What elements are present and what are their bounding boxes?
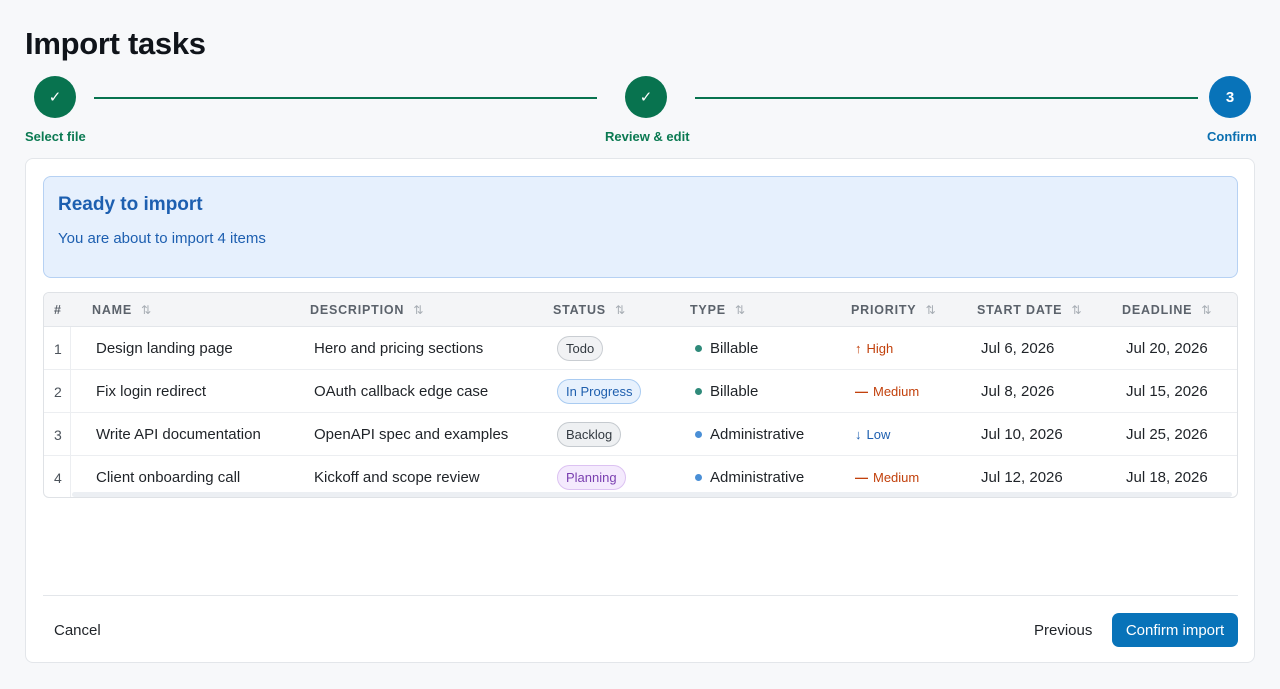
previous-button[interactable]: Previous: [1022, 613, 1104, 647]
alert-message: You are about to import 4 items: [58, 230, 266, 247]
column-header-deadline[interactable]: DEADLINE ⇅: [1122, 293, 1211, 327]
type-dot-icon: [695, 474, 702, 481]
status-cell: Todo: [557, 327, 604, 370]
row-index: 1: [54, 340, 62, 357]
sort-icon[interactable]: ⇅: [925, 303, 935, 317]
confirm-import-button[interactable]: Confirm import: [1112, 613, 1238, 647]
type-cell: Administrative: [695, 413, 804, 456]
column-header-name[interactable]: NAME ⇅: [92, 293, 151, 327]
row-index: 4: [54, 469, 62, 486]
start-date: Jul 8, 2026: [981, 383, 1055, 400]
step-1-complete-icon: ✓: [34, 76, 76, 118]
status-badge: In Progress: [557, 379, 642, 404]
table-row[interactable]: 3 Write API documentation OpenAPI spec a…: [44, 413, 1237, 456]
sort-icon[interactable]: ⇅: [1071, 303, 1081, 317]
priority-cell: ↓ Low: [855, 413, 890, 456]
horizontal-scrollbar[interactable]: [72, 492, 1232, 497]
step-connector-2: [695, 97, 1198, 99]
table-header: # NAME ⇅ DESCRIPTION ⇅ STATUS ⇅ TYPE ⇅ PRIOR…: [44, 293, 1237, 327]
step-label-confirm: Confirm: [1207, 129, 1257, 144]
deadline: Jul 15, 2026: [1126, 383, 1208, 400]
tasks-table: # NAME ⇅ DESCRIPTION ⇅ STATUS ⇅ TYPE ⇅ PRIOR…: [43, 292, 1238, 498]
table-row[interactable]: 2 Fix login redirect OAuth callback edge…: [44, 370, 1237, 413]
confirm-card: Ready to import You are about to import …: [25, 158, 1255, 663]
type-dot-icon: [695, 345, 702, 352]
task-name: Fix login redirect: [96, 383, 207, 400]
type-label: Billable: [710, 340, 759, 357]
task-name: Design landing page: [96, 340, 233, 357]
type-dot-icon: [695, 431, 702, 438]
task-description: Hero and pricing sections: [314, 340, 484, 357]
arrow-up-icon: ↑: [855, 341, 862, 356]
type-dot-icon: [695, 388, 702, 395]
priority-label: Low: [866, 427, 891, 442]
priority-label: Medium: [873, 470, 920, 485]
dash-icon: —: [855, 384, 868, 399]
type-cell: Billable: [695, 327, 758, 370]
arrow-down-icon: ↓: [855, 427, 862, 442]
task-description: OpenAPI spec and examples: [314, 426, 509, 443]
row-index: 2: [54, 383, 62, 400]
sort-icon[interactable]: ⇅: [1201, 303, 1211, 317]
deadline: Jul 20, 2026: [1126, 340, 1208, 357]
column-header-description[interactable]: DESCRIPTION ⇅: [310, 293, 423, 327]
status-badge: Todo: [557, 336, 604, 361]
priority-cell: ↑ High: [855, 327, 893, 370]
step-connector-1: [94, 97, 597, 99]
import-page: Import tasks ✓ ✓ 3 Select file Review & …: [0, 0, 1280, 689]
column-header-status[interactable]: STATUS ⇅: [553, 293, 625, 327]
status-cell: In Progress: [557, 370, 642, 413]
task-name: Write API documentation: [96, 426, 261, 443]
step-3-number: 3: [1209, 76, 1251, 118]
sort-icon[interactable]: ⇅: [735, 303, 745, 317]
task-description: OAuth callback edge case: [314, 383, 489, 400]
column-header-type[interactable]: TYPE ⇅: [690, 293, 745, 327]
type-cell: Billable: [695, 370, 758, 413]
column-header-index: #: [54, 303, 62, 317]
deadline: Jul 25, 2026: [1126, 426, 1208, 443]
sort-icon[interactable]: ⇅: [413, 303, 423, 317]
cancel-button[interactable]: Cancel: [44, 613, 111, 647]
priority-label: Medium: [873, 384, 920, 399]
sort-icon[interactable]: ⇅: [141, 303, 151, 317]
sort-icon[interactable]: ⇅: [615, 303, 625, 317]
priority-cell: — Medium: [855, 370, 919, 413]
priority-label: High: [866, 341, 894, 356]
start-date: Jul 6, 2026: [981, 340, 1055, 357]
dash-icon: —: [855, 470, 868, 485]
page-title: Import tasks: [25, 26, 206, 61]
step-label-review-edit: Review & edit: [605, 129, 690, 144]
step-2-complete-icon: ✓: [625, 76, 667, 118]
start-date: Jul 10, 2026: [981, 426, 1063, 443]
column-header-priority[interactable]: PRIORITY ⇅: [851, 293, 936, 327]
column-header-start-date[interactable]: START DATE ⇅: [977, 293, 1081, 327]
type-label: Administrative: [710, 426, 805, 443]
type-label: Billable: [710, 383, 759, 400]
type-label: Administrative: [710, 469, 805, 486]
table-row[interactable]: 1 Design landing page Hero and pricing s…: [44, 327, 1237, 370]
alert-title: Ready to import: [58, 194, 203, 215]
status-badge: Backlog: [557, 422, 622, 447]
footer-divider: [43, 595, 1238, 596]
row-index: 3: [54, 426, 62, 443]
status-cell: Backlog: [557, 413, 622, 456]
status-badge: Planning: [557, 465, 626, 490]
step-label-select-file: Select file: [25, 129, 86, 144]
ready-alert: Ready to import You are about to import …: [43, 176, 1238, 278]
